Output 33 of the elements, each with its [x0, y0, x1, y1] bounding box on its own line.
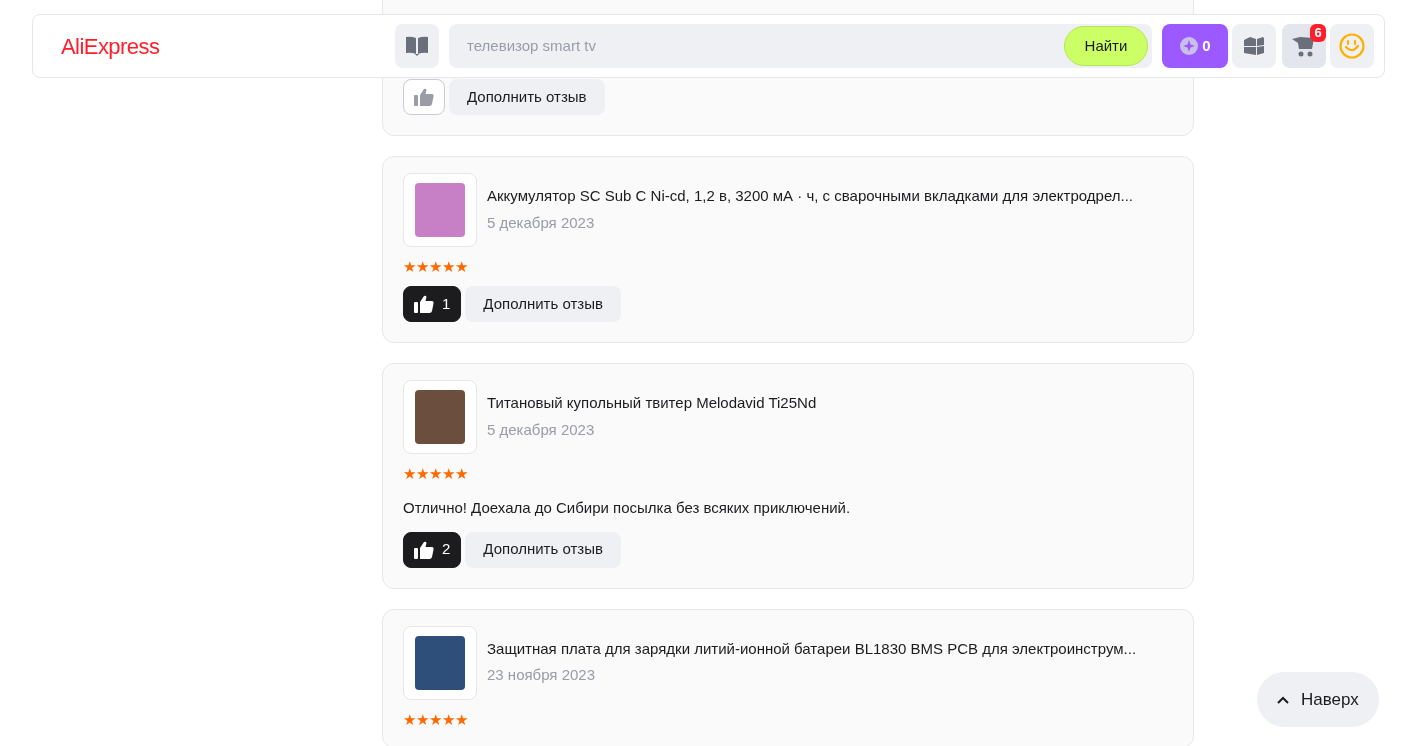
- add-review-button[interactable]: Дополнить отзыв: [465, 286, 621, 322]
- smiley-icon: [1339, 33, 1366, 59]
- product-title[interactable]: Защитная плата для зарядки литий-ионной батареи BL1830 BMS PCB для электроинструм...: [487, 637, 1137, 660]
- cart-button[interactable]: 6: [1282, 24, 1327, 68]
- search-field[interactable]: телевизор smart tv Найти: [449, 24, 1153, 68]
- add-review-button[interactable]: Дополнить отзыв: [449, 79, 605, 115]
- cart-count-badge: 6: [1310, 24, 1327, 42]
- chevron-up-icon: [1277, 695, 1289, 704]
- coin-icon: [1180, 37, 1199, 55]
- thumbs-up-icon: [414, 540, 434, 559]
- product-title[interactable]: Титановый купольный твитер Melodavid Ti25Nd: [487, 392, 817, 415]
- like-button[interactable]: 2: [403, 531, 462, 568]
- thumbs-up-icon: [414, 295, 434, 313]
- review-date: 5 декабря 2023: [487, 212, 596, 233]
- add-review-button[interactable]: Дополнить отзыв: [465, 531, 621, 568]
- catalog-button[interactable]: [395, 24, 440, 68]
- book-icon: [406, 36, 429, 56]
- boxes-icon: [1242, 34, 1267, 58]
- product-title[interactable]: Аккумулятор SC Sub C Ni-cd, 1,2 в, 3200 мА · ч, с сварочными вкладками для электродрел...: [487, 185, 1133, 208]
- coins-button[interactable]: 0: [1162, 24, 1229, 68]
- orders-button[interactable]: [1232, 24, 1277, 68]
- thumbs-up-icon: [414, 88, 434, 106]
- like-button[interactable]: 1: [403, 286, 462, 322]
- review-text: Отлично! Доехала до Сибири посылка без всяких приключений.: [403, 498, 852, 518]
- star-rating: ★★★★★: [403, 259, 469, 274]
- logo[interactable]: AliExpress: [61, 29, 396, 63]
- back-to-top-button[interactable]: Наверх: [1257, 672, 1379, 727]
- review-date: 5 декабря 2023: [487, 419, 596, 440]
- star-rating: ★★★★★: [403, 466, 469, 481]
- search-button[interactable]: Найти: [1063, 26, 1149, 66]
- like-button[interactable]: [403, 79, 445, 115]
- review-date: 23 ноября 2023: [487, 665, 597, 685]
- star-rating: ★★★★★: [403, 711, 469, 727]
